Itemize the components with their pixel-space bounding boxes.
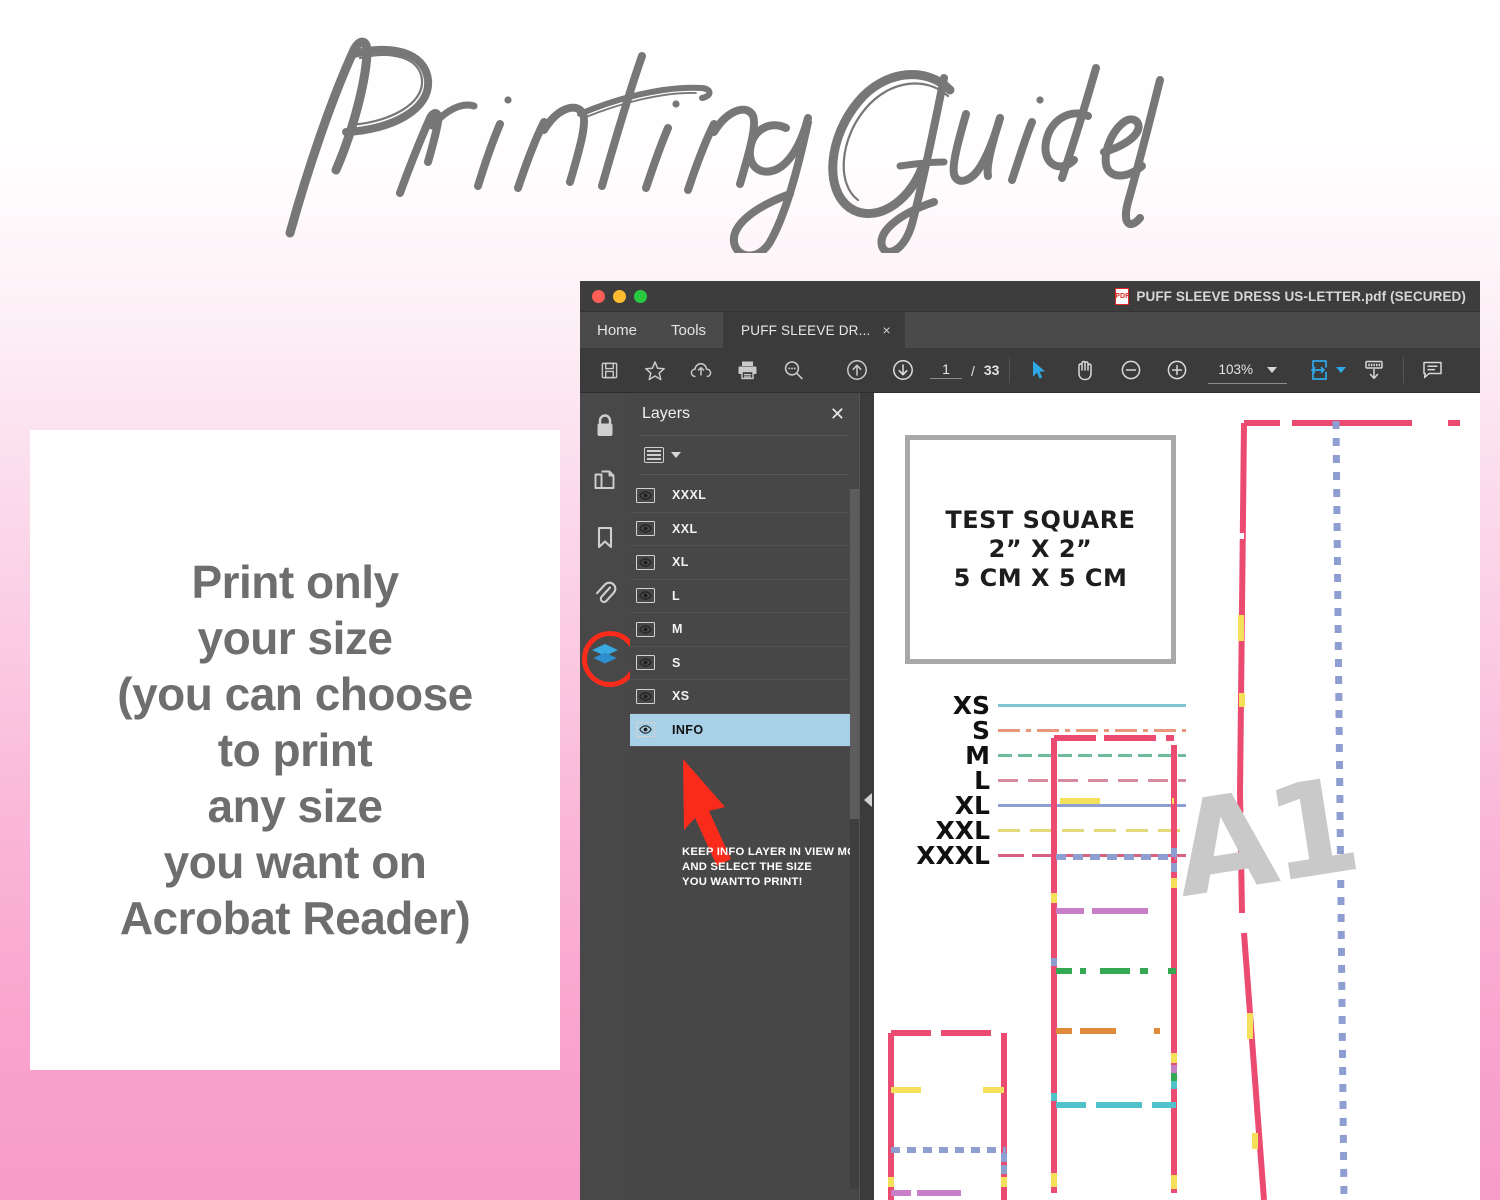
layers-icon[interactable] (582, 631, 638, 687)
chevron-left-icon[interactable] (864, 793, 872, 807)
layer-label: XS (672, 689, 690, 704)
layer-row[interactable]: XXL (630, 513, 859, 546)
pdf-file-icon: PDF (1115, 288, 1129, 305)
instruction-line: (you can choose (117, 667, 473, 720)
layer-label: S (672, 655, 681, 670)
bookmarks-icon[interactable] (588, 521, 622, 555)
divider (640, 474, 849, 475)
tab-bar: Home Tools PUFF SLEEVE DR... × (580, 312, 1480, 348)
layers-panel-scrollbar[interactable] (850, 489, 859, 1189)
window-controls[interactable] (580, 289, 647, 303)
layer-visibility-eye-icon[interactable] (636, 621, 655, 637)
acrobat-reader-window: PDF PUFF SLEEVE DRESS US-LETTER.pdf (SEC… (580, 281, 1480, 1200)
instruction-line: your size (197, 611, 393, 664)
page-separator: / (971, 363, 975, 379)
layers-list: XXXL XXL XL L M S XS INFO (630, 479, 859, 747)
attachments-icon[interactable] (588, 577, 622, 611)
close-icon[interactable]: × (882, 323, 890, 337)
layer-row[interactable]: XXXL (630, 479, 859, 513)
layers-panel-title: Layers (642, 405, 691, 422)
layer-visibility-eye-icon[interactable] (636, 722, 655, 738)
zoom-level-value: 103% (1218, 362, 1253, 377)
layer-label: XL (672, 555, 689, 570)
window-titlebar: PDF PUFF SLEEVE DRESS US-LETTER.pdf (SEC… (580, 281, 1480, 312)
layer-row-info-selected[interactable]: INFO (630, 713, 859, 747)
tab-document[interactable]: PUFF SLEEVE DR... × (723, 312, 905, 348)
page-total: 33 (983, 362, 1000, 378)
upload-cloud-icon[interactable] (678, 348, 724, 393)
pattern-piece-label: A1 (1163, 748, 1364, 928)
layer-row[interactable]: XL (630, 546, 859, 580)
zoom-out-icon[interactable] (1108, 348, 1154, 393)
select-cursor-icon[interactable] (1016, 348, 1062, 393)
list-options-icon[interactable] (644, 447, 664, 463)
layer-visibility-eye-icon[interactable] (636, 521, 655, 537)
document-title-text: PUFF SLEEVE DRESS US-LETTER.pdf (SECURED… (1136, 289, 1466, 304)
tab-tools[interactable]: Tools (654, 312, 723, 348)
maximize-window-button[interactable] (634, 289, 647, 303)
layer-visibility-eye-icon[interactable] (636, 588, 655, 604)
pdf-page-canvas[interactable]: TEST SQUARE 2” X 2” 5 CM X 5 CM XS S M L… (874, 393, 1480, 1200)
chevron-down-icon[interactable] (1267, 366, 1277, 373)
toolbar-divider (1009, 357, 1011, 383)
layer-visibility-eye-icon[interactable] (636, 688, 655, 704)
printing-guide-script-title (285, 37, 1164, 253)
page-number-input[interactable]: 1 (930, 361, 962, 379)
toolbar-divider (1403, 357, 1404, 383)
tab-home[interactable]: Home (580, 312, 654, 348)
instruction-line: to print (217, 723, 373, 776)
layers-panel: Layers ✕ XXXL XXL XL L M S XS INFO KEEP … (630, 393, 872, 1200)
security-lock-icon[interactable] (588, 409, 622, 443)
star-icon[interactable] (632, 348, 678, 393)
panel-collapse-handle[interactable] (859, 393, 874, 1200)
instruction-line: you want on (163, 836, 427, 889)
instruction-line: Acrobat Reader) (119, 892, 471, 945)
layer-label: M (672, 622, 683, 637)
chevron-down-icon[interactable] (671, 452, 681, 458)
page-thumbnails-icon[interactable] (588, 465, 622, 499)
close-icon[interactable]: ✕ (830, 405, 845, 423)
chevron-down-icon[interactable] (1336, 367, 1346, 373)
layers-panel-header: Layers ✕ (630, 393, 859, 435)
print-icon[interactable] (724, 348, 770, 393)
close-window-button[interactable] (592, 289, 605, 303)
layer-label: XXXL (672, 488, 707, 503)
layer-label: L (672, 588, 681, 603)
save-icon[interactable] (586, 348, 632, 393)
page-navigation: 1 / 33 (926, 361, 1003, 379)
instruction-line: Print only (191, 555, 399, 608)
layer-label: XXL (672, 521, 698, 536)
layer-row[interactable]: L (630, 580, 859, 613)
previous-page-icon[interactable] (834, 348, 880, 393)
printing-instructions-card: Print only your size (you can choose to … (30, 430, 560, 1070)
instruction-line: any size (207, 780, 384, 833)
comment-icon[interactable] (1410, 348, 1456, 393)
layer-visibility-eye-icon[interactable] (636, 487, 655, 503)
zoom-level-selector[interactable]: 103% (1208, 356, 1287, 384)
minimize-window-button[interactable] (613, 289, 626, 303)
toolbar: 1 / 33 103% (580, 348, 1480, 393)
layer-visibility-eye-icon[interactable] (636, 655, 655, 671)
layer-row[interactable]: XS (630, 680, 859, 714)
search-zoom-icon[interactable] (770, 348, 816, 393)
next-page-icon[interactable] (880, 348, 926, 393)
fit-width-icon[interactable] (1351, 348, 1397, 393)
layer-visibility-eye-icon[interactable] (636, 554, 655, 570)
fit-page-icon[interactable] (1305, 348, 1351, 393)
document-title-bar: PDF PUFF SLEEVE DRESS US-LETTER.pdf (SEC… (1115, 281, 1466, 312)
scrollbar-thumb[interactable] (850, 489, 859, 819)
navigation-rail (580, 393, 638, 1200)
zoom-in-icon[interactable] (1154, 348, 1200, 393)
layer-row[interactable]: M (630, 613, 859, 647)
window-body: Layers ✕ XXXL XXL XL L M S XS INFO KEEP … (580, 393, 1480, 1200)
hand-tool-icon[interactable] (1062, 348, 1108, 393)
layers-options-row[interactable] (630, 436, 859, 474)
layer-label: INFO (672, 722, 704, 737)
page-title (0, 10, 1500, 260)
tab-document-label: PUFF SLEEVE DR... (741, 322, 871, 338)
layer-row[interactable]: S (630, 647, 859, 680)
